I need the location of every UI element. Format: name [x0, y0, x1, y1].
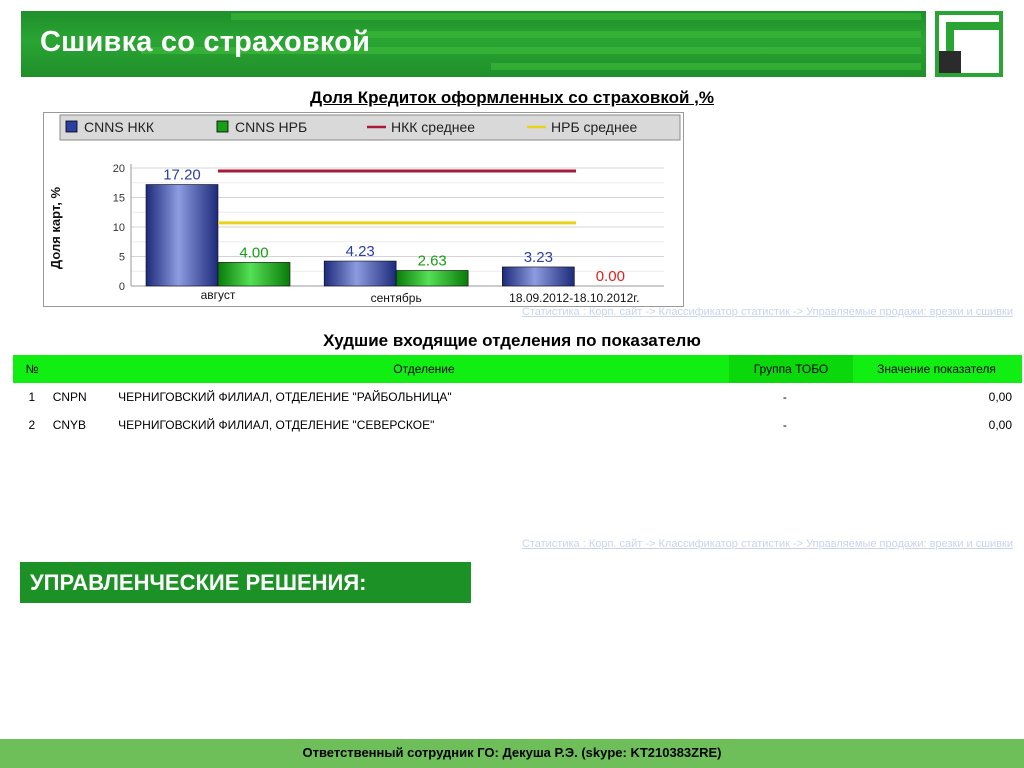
data-label: 4.00 [239, 244, 268, 261]
bar [145, 184, 219, 287]
bar [323, 260, 397, 287]
legend-swatch [65, 120, 78, 133]
page-title: Сшивка со страховкой [40, 26, 371, 58]
row-value: 0,00 [988, 390, 1012, 404]
bar [217, 262, 291, 287]
header-banner: Сшивка со страховкой [21, 11, 926, 77]
header-num: № [25, 362, 39, 376]
data-label: 3.23 [524, 249, 553, 266]
legend-label: НКК среднее [391, 119, 475, 135]
decisions-heading: УПРАВЛЕНЧЕСКИЕ РЕШЕНИЯ: [20, 562, 471, 603]
row-num: 2 [28, 418, 36, 432]
row-group: - [782, 418, 787, 432]
table-row: 2 CNYB ЧЕРНИГОВСКИЙ ФИЛИАЛ, ОТДЕЛЕНИЕ "С… [13, 411, 1022, 439]
table-title: Худшие входящие отделения по показателю [323, 331, 701, 350]
header-value: Значение показателя [877, 362, 996, 376]
chart-source-link[interactable]: Статистика : Корп. сайт -> Классификатор… [522, 306, 1013, 318]
bar [395, 270, 469, 287]
header-group: Группа ТОБО [729, 355, 853, 383]
data-label: 17.20 [163, 167, 201, 184]
row-branch-name: ЧЕРНИГОВСКИЙ ФИЛИАЛ, ОТДЕЛЕНИЕ "СЕВЕРСКО… [118, 418, 435, 432]
branches-table: № Отделение Группа ТОБО Значение показат… [13, 355, 1022, 439]
bar [502, 266, 575, 287]
table-source-link[interactable]: Статистика : Корп. сайт -> Классификатор… [522, 538, 1013, 550]
data-label: 4.23 [346, 243, 375, 260]
y-tick-label: 15 [113, 193, 125, 205]
y-tick-label: 0 [119, 281, 125, 293]
table-row: 1 CNPN ЧЕРНИГОВСКИЙ ФИЛИАЛ, ОТДЕЛЕНИЕ "Р… [13, 383, 1022, 411]
y-tick-label: 20 [113, 163, 125, 175]
row-code: CNYB [52, 418, 87, 432]
x-tick-label: 18.09.2012-18.10.2012г. [509, 291, 639, 305]
header-branch: Отделение [393, 362, 455, 376]
row-branch-name: ЧЕРНИГОВСКИЙ ФИЛИАЛ, ОТДЕЛЕНИЕ "РАЙБОЛЬН… [118, 390, 452, 404]
footer-contact: Ответственный сотрудник ГО: Декуша Р.Э. … [0, 739, 1024, 768]
legend-label: НРБ среднее [551, 119, 637, 135]
y-tick-label: 10 [113, 222, 125, 234]
table-header-row: № Отделение Группа ТОБО Значение показат… [13, 355, 1022, 383]
x-tick-label: сентябрь [371, 291, 422, 305]
legend-label: CNNS НРБ [235, 119, 307, 135]
row-num: 1 [28, 390, 36, 404]
chart-title: Доля Кредиток оформленных со страховкой … [309, 88, 715, 107]
legend-label: CNNS НКК [84, 119, 155, 135]
chart-container: CNNS НКК CNNS НРБ НКК среднее НРБ среднее 0 5… [43, 112, 684, 307]
row-group: - [782, 390, 787, 404]
bar-chart: CNNS НКК CNNS НРБ НКК среднее НРБ среднее 0 5… [48, 114, 681, 305]
legend-swatch [216, 120, 229, 133]
y-tick-label: 5 [119, 252, 125, 264]
row-code: CNPN [52, 390, 87, 404]
bank-logo [935, 11, 1003, 77]
data-label: 0.00 [596, 268, 625, 285]
x-tick-label: август [201, 288, 236, 302]
data-label: 2.63 [418, 252, 447, 269]
row-value: 0,00 [988, 418, 1012, 432]
y-axis-label: Доля карт, % [48, 186, 63, 269]
